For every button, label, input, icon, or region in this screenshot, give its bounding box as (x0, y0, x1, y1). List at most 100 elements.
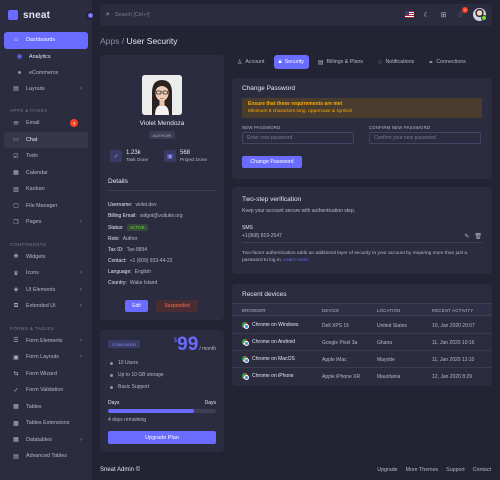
chrome-icon (242, 373, 249, 380)
feature-text: Up to 10 GB storage (118, 372, 164, 378)
footer-links: Upgrade More Themes Support Contact (377, 467, 491, 473)
sidebar-item-file-manager[interactable]: ▢ File Manager (4, 198, 88, 215)
trash-icon[interactable]: 🗑︎ (474, 233, 482, 240)
tab-connections[interactable]: ⚭ Connections (423, 55, 470, 69)
document-icon: ▤ (317, 59, 324, 66)
grid-icon: ▥ (13, 186, 19, 193)
sidebar-item-tables-extensions[interactable]: ▩ Tables Extensions (4, 415, 88, 432)
avatar[interactable] (473, 8, 487, 21)
bullet-icon (110, 361, 113, 365)
chrome-icon (242, 322, 249, 329)
tab-security[interactable]: 🔒︎ Security (273, 55, 309, 69)
device-cell: Google Pixel 3a (322, 340, 358, 346)
footer-link-more-themes[interactable]: More Themes (406, 467, 439, 473)
shortcuts-grid-icon[interactable]: ⊞ (439, 10, 448, 19)
breadcrumb: Apps / User Security (100, 36, 177, 46)
sidebar-item-ui-elements[interactable]: ◈ UI Elements › (4, 282, 88, 299)
sidebar-item-label: eCommerce (29, 69, 59, 76)
brand[interactable]: sneat (0, 0, 92, 30)
sidebar-item-form-layouts[interactable]: ▣ Form Layouts › (4, 349, 88, 366)
footer-link-upgrade[interactable]: Upgrade (377, 467, 397, 473)
edit-icon[interactable]: ✎ (464, 233, 469, 240)
search-icon[interactable]: ⌕ (106, 11, 110, 19)
detail-label: Role: (108, 236, 120, 242)
footer-link-support[interactable]: Support (446, 467, 465, 473)
edit-button[interactable]: Edit (125, 300, 148, 312)
suspend-button[interactable]: Suspended (156, 300, 198, 312)
sidebar-item-label: Form Validation (26, 387, 64, 394)
sidebar-item-extended-ui[interactable]: ⧉ Extended UI › (4, 298, 88, 315)
change-password-button[interactable]: Change Password (242, 156, 302, 168)
form-icon: ☰ (13, 338, 19, 345)
chrome-icon (242, 339, 249, 346)
days-remaining: 4 days remaining (108, 417, 147, 423)
briefcase-icon: ▣ (164, 150, 176, 162)
sidebar-item-kanban[interactable]: ▥ Kanban (4, 181, 88, 198)
user-icon: ♙ (237, 59, 243, 66)
user-profile-card: Violet Mendoza AUTHOR ✓ 1.23k Task Done … (100, 55, 224, 320)
bell-icon[interactable]: ♢ 4 (456, 7, 468, 19)
new-password-field[interactable]: Enter new password (242, 132, 354, 144)
chrome-icon (242, 356, 249, 363)
tab-notifications[interactable]: ♢ Notifications (372, 55, 419, 69)
folder-icon: ▢ (13, 203, 19, 210)
account-tabs: ♙ Account 🔒︎ Security ▤ Billings & Plans ♢ N… (232, 55, 471, 69)
sidebar-item-form-wizard[interactable]: ⇆ Form Wizard (4, 366, 88, 383)
sidebar-item-icons[interactable]: ♛ Icons › (4, 265, 88, 282)
sidebar-subitem-analytics[interactable]: Analytics (0, 49, 92, 65)
bullet-icon (110, 385, 113, 389)
card-title: Two-step verification (242, 196, 302, 203)
two-step-card: Two-step verification Keep your account … (232, 187, 492, 274)
sidebar-item-advanced-tables[interactable]: ▤ Advanced Tables (4, 448, 88, 465)
footer-link-contact[interactable]: Contact (473, 467, 491, 473)
tab-billing[interactable]: ▤ Billings & Plans (313, 55, 368, 69)
bullet-icon (18, 71, 21, 74)
detail-value: violet.dev (135, 202, 157, 208)
alert-title: Ensure that these requirements are met (248, 101, 343, 107)
tasks-done-value: 1.23k (126, 150, 141, 156)
detail-value: vafgot@vultukir.org (139, 213, 183, 219)
sidebar-item-datatables[interactable]: ▦ Datatables › (4, 432, 88, 449)
search-input[interactable]: Search [Ctrl+/] (115, 12, 150, 18)
sidebar-item-form-validation[interactable]: ✓ Form Validation (4, 382, 88, 399)
column-header: LOCATION (377, 308, 401, 313)
sidebar-item-calendar[interactable]: ▦ Calendar (4, 165, 88, 182)
sidebar-item-layouts[interactable]: ▤ Layouts › (4, 81, 88, 98)
detail-username: Username: violet.dev (108, 202, 157, 208)
table-icon: ▦ (13, 404, 19, 411)
learn-more-link[interactable]: Learn more. (283, 258, 309, 263)
column-header: BROWSER (242, 308, 266, 313)
detail-icon: ▣ (13, 354, 19, 361)
sidebar-item-form-elements[interactable]: ☰ Form Elements › (4, 333, 88, 350)
sidebar-item-chat[interactable]: ▭ Chat (4, 131, 88, 148)
sidebar-item-widgets[interactable]: ✥ Widgets (4, 249, 88, 266)
browser-cell: Chrome on iPhone (242, 373, 294, 380)
sidebar-item-email[interactable]: ✉ Email 4 (4, 115, 88, 132)
sidebar-item-label: Form Layouts (26, 354, 59, 361)
tab-label: Connections (436, 59, 466, 65)
column-header: DEVICE (322, 308, 340, 313)
sidebar-item-label: Widgets (26, 253, 46, 260)
upgrade-plan-button[interactable]: Upgrade Plan (108, 431, 216, 444)
profile-photo (142, 75, 182, 115)
breadcrumb-parent[interactable]: Apps / (100, 36, 126, 46)
tab-label: Security (284, 59, 304, 65)
collapse-sidebar-button[interactable]: ‹ (86, 11, 95, 20)
calendar-icon: ▦ (13, 170, 19, 177)
sidebar-item-todo[interactable]: ☑ Todo (4, 148, 88, 165)
sidebar-item-dashboards[interactable]: ⌂ Dashboards (4, 32, 88, 49)
sidebar-subitem-ecommerce[interactable]: eCommerce (0, 65, 92, 81)
detail-value: Tax-8894 (126, 247, 148, 253)
page-title: User Security (126, 36, 178, 46)
confirm-password-field[interactable]: Confirm your new password (369, 132, 481, 144)
language-button[interactable] (405, 10, 414, 19)
bell-icon: ♢ (377, 59, 383, 66)
footer-brand: Sneat Admin © (100, 467, 141, 473)
tab-account[interactable]: ♙ Account (232, 55, 270, 69)
sidebar-item-tables[interactable]: ▦ Tables (4, 399, 88, 416)
sidebar-item-pages[interactable]: ❐ Pages › (4, 214, 88, 231)
moon-icon[interactable]: ☾ (422, 10, 431, 19)
device-cell: Apple iMac (322, 357, 347, 363)
sidebar-item-label: Dashboards (26, 37, 56, 44)
detail-contact: Contact: +1 (609) 933-44-22 (108, 258, 173, 264)
